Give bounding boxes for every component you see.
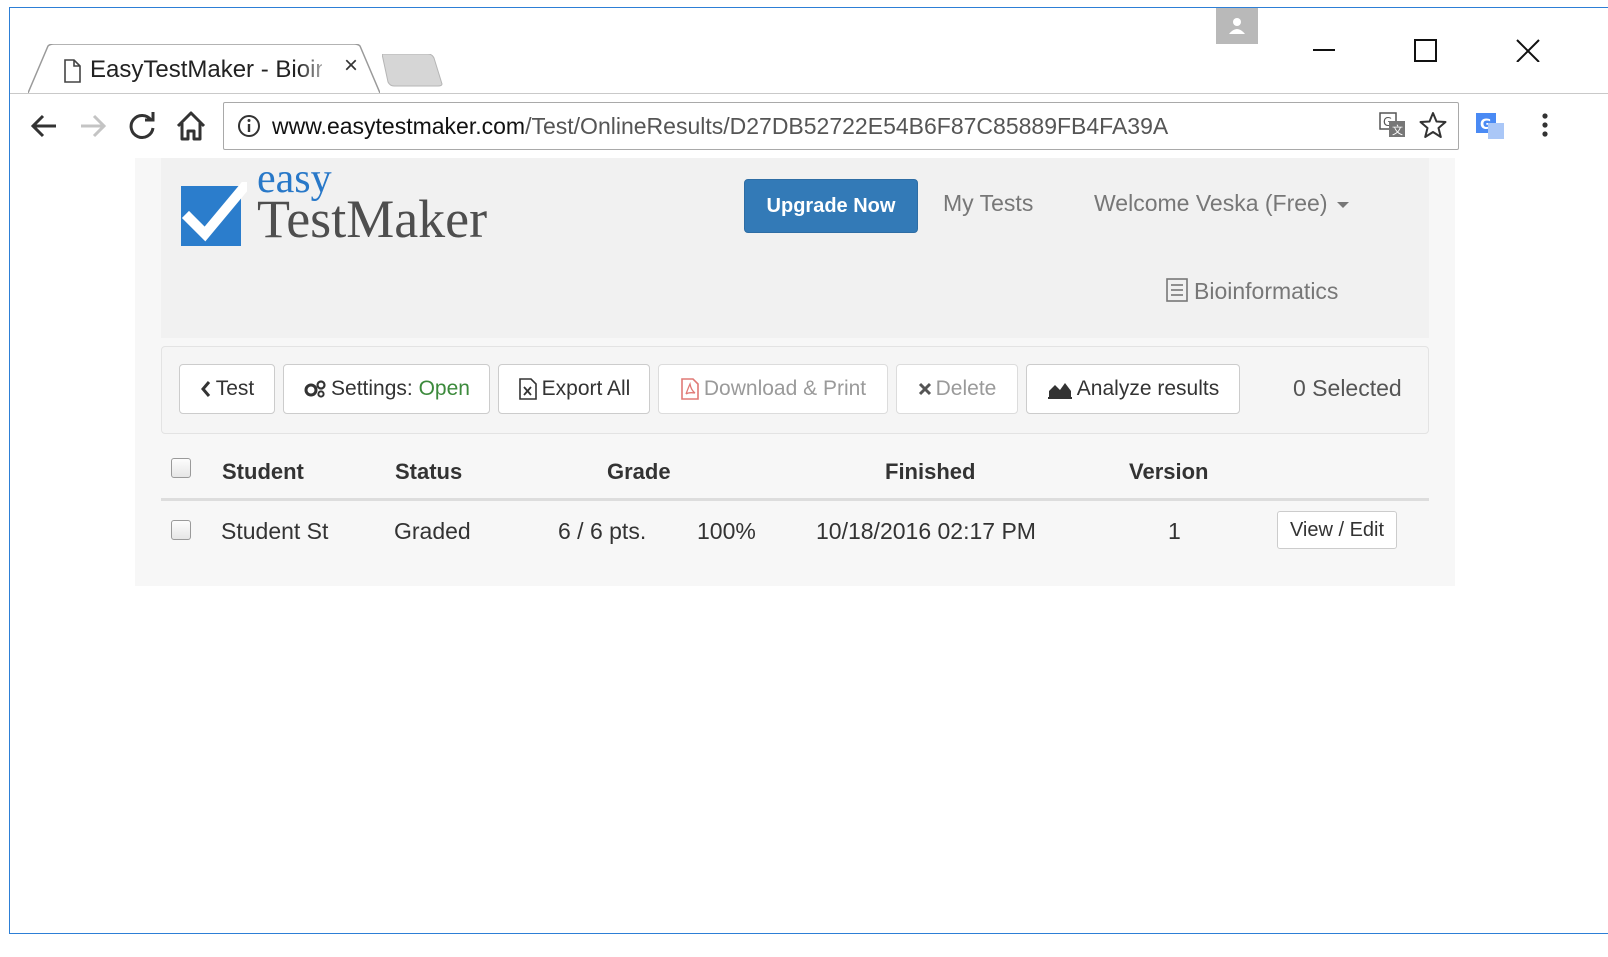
back-to-test-label: Test	[215, 377, 255, 400]
welcome-user-label: Welcome Veska (Free)	[1094, 190, 1328, 216]
url-host: www.easytestmaker.com	[272, 113, 526, 139]
view-edit-button[interactable]: View / Edit	[1277, 511, 1397, 549]
address-bar[interactable]: www.easytestmaker.com/Test/OnlineResults…	[223, 102, 1459, 150]
test-name-link[interactable]: Bioinformatics	[1166, 278, 1338, 305]
settings-label: Settings:	[331, 377, 413, 400]
column-version[interactable]: Version	[1129, 459, 1208, 485]
row-checkbox[interactable]	[171, 520, 191, 540]
export-all-button[interactable]: Export All	[498, 364, 650, 414]
svg-text:文: 文	[1392, 123, 1403, 137]
column-student[interactable]: Student	[222, 459, 304, 485]
delete-label: Delete	[935, 377, 997, 400]
caret-down-icon	[1337, 201, 1350, 208]
welcome-user-dropdown[interactable]: Welcome Veska (Free)	[1094, 190, 1350, 217]
browser-toolbar: www.easytestmaker.com/Test/OnlineResults…	[10, 93, 1608, 159]
forward-icon[interactable]	[75, 108, 111, 144]
tab-title: EasyTestMaker - Bioinformatics	[90, 56, 322, 83]
my-tests-link[interactable]: My Tests	[943, 190, 1033, 217]
table-header: Student Status Grade Finished Version	[161, 440, 1429, 501]
grade-points: 6 / 6 pts.	[558, 518, 647, 544]
delete-button[interactable]: Delete	[896, 364, 1018, 414]
page-icon	[64, 59, 81, 83]
analyze-results-label: Analyze results	[1076, 377, 1220, 400]
column-finished[interactable]: Finished	[885, 459, 975, 485]
status-value: Graded	[394, 518, 471, 544]
url-path: /Test/OnlineResults/D27DB52722E54B6F87C8…	[525, 113, 1169, 139]
window-close-icon[interactable]	[1498, 18, 1558, 62]
home-icon[interactable]	[173, 108, 209, 144]
back-icon[interactable]	[26, 108, 62, 144]
export-all-label: Export All	[541, 377, 631, 400]
maximize-icon[interactable]	[1396, 18, 1456, 62]
close-icon[interactable]: ×	[344, 54, 358, 78]
finished-datetime: 10/18/2016 02:17 PM	[816, 518, 1036, 544]
extension-icon[interactable]: G	[1474, 111, 1506, 141]
upgrade-now-button[interactable]: Upgrade Now	[744, 179, 918, 233]
selected-count: 0 Selected	[1293, 375, 1402, 401]
tab-title-fade	[298, 52, 338, 86]
student-name: Student St	[221, 518, 329, 544]
analyze-results-button[interactable]: Analyze results	[1026, 364, 1240, 414]
content-container: easy TestMaker Upgrade Now My Tests Welc…	[135, 158, 1455, 586]
settings-status: Open	[418, 377, 470, 400]
list-icon	[1166, 278, 1188, 302]
area-chart-icon	[1047, 383, 1072, 399]
gears-icon	[304, 380, 326, 398]
tab-strip: EasyTestMaker - Bioinformatics ×	[10, 8, 1608, 93]
test-name-label: Bioinformatics	[1194, 278, 1339, 304]
reload-icon[interactable]	[124, 108, 160, 144]
download-print-label: Download & Print	[703, 377, 867, 400]
url-text: www.easytestmaker.com/Test/OnlineResults…	[272, 113, 1168, 140]
pdf-file-icon	[681, 378, 699, 400]
table-row: Student St Graded 6 / 6 pts. 100% 10/18/…	[161, 501, 1429, 565]
version-value: 1	[1168, 518, 1181, 544]
site-header: easy TestMaker Upgrade Now My Tests Welc…	[161, 158, 1429, 338]
easytestmaker-logo[interactable]: easy TestMaker	[181, 158, 521, 249]
info-icon[interactable]	[236, 113, 262, 139]
star-icon[interactable]	[1419, 111, 1447, 139]
browser-window: EasyTestMaker - Bioinformatics × www.eas…	[9, 7, 1608, 934]
delete-x-icon	[918, 382, 931, 396]
settings-button[interactable]: Settings: Open	[283, 364, 490, 414]
column-status[interactable]: Status	[395, 459, 462, 485]
logo-testmaker-text: TestMaker	[257, 189, 488, 249]
translate-icon[interactable]: G文	[1379, 112, 1407, 138]
profile-icon[interactable]	[1216, 8, 1258, 44]
minimize-icon[interactable]	[1293, 18, 1353, 62]
column-grade[interactable]: Grade	[607, 459, 671, 485]
check-logo-icon	[181, 182, 247, 246]
results-toolbar: Test Settings: Open Export All Download …	[161, 346, 1429, 434]
page-viewport: easy TestMaker Upgrade Now My Tests Welc…	[10, 158, 1608, 933]
back-to-test-button[interactable]: Test	[179, 364, 275, 414]
download-print-button[interactable]: Download & Print	[658, 364, 888, 414]
menu-icon[interactable]	[1540, 112, 1550, 142]
grade-percent: 100%	[697, 518, 756, 544]
new-tab-icon[interactable]	[382, 54, 444, 88]
browser-tab[interactable]: EasyTestMaker - Bioinformatics ×	[28, 44, 380, 93]
select-all-checkbox[interactable]	[171, 458, 191, 478]
excel-file-icon	[518, 378, 537, 400]
chevron-left-icon	[200, 381, 210, 397]
